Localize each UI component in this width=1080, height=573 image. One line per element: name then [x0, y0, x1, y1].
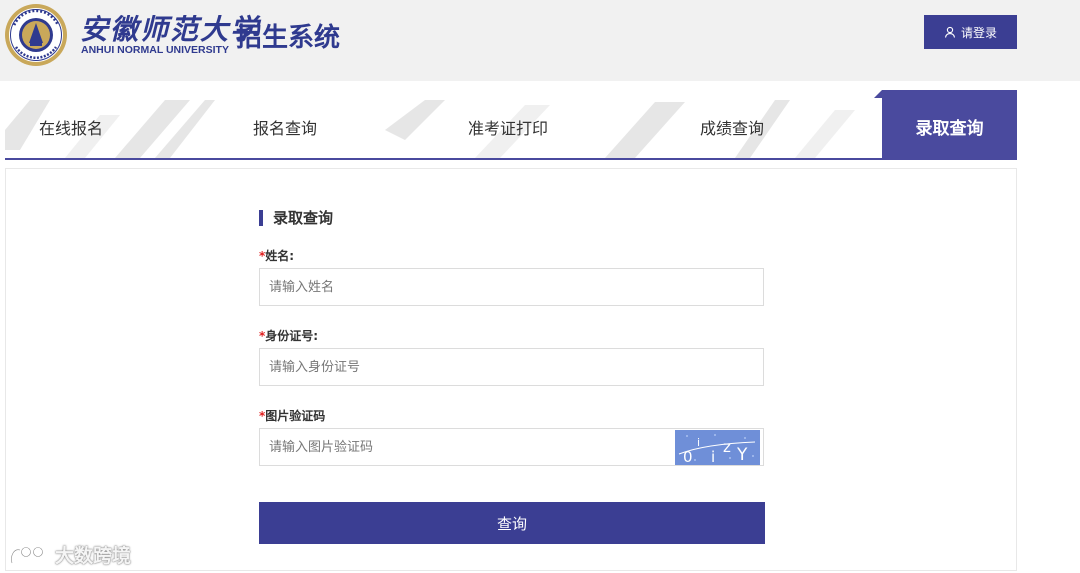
query-panel: 录取查询 *姓名: *身份证号: *图片验证码 0 i i z Y 查询	[5, 168, 1017, 571]
captcha-glyphs: 0 i i z Y	[675, 430, 760, 465]
watermark: 大数跨境	[9, 541, 131, 568]
id-card-label-text: 身份证号:	[265, 329, 319, 343]
query-button[interactable]: 查询	[259, 502, 765, 544]
site-header: 安徽师范大学 ANHUI NORMAL UNIVERSITY 招生系统 请登录	[0, 0, 1080, 81]
system-title: 招生系统	[236, 23, 341, 53]
main-nav: 在线报名 报名查询 准考证打印 成绩查询 录取查询	[5, 90, 1017, 160]
user-icon	[944, 26, 956, 38]
name-label-text: 姓名:	[265, 249, 295, 263]
nav-item-admission-query[interactable]: 录取查询	[882, 90, 1017, 158]
university-logo-chinese: 安徽师范大学	[80, 13, 261, 46]
svg-text:0: 0	[683, 448, 693, 465]
name-input[interactable]	[259, 268, 764, 306]
captcha-image[interactable]: 0 i i z Y	[675, 430, 760, 465]
watermark-text: 大数跨境	[55, 545, 132, 567]
id-card-label: *身份证号:	[259, 327, 318, 344]
nav-item-admission-ticket[interactable]: 准考证打印	[468, 90, 548, 158]
login-button-label: 请登录	[960, 25, 997, 40]
svg-text:i: i	[711, 448, 715, 465]
id-card-input[interactable]	[259, 348, 764, 386]
svg-text:z: z	[723, 438, 731, 456]
svg-text:i: i	[697, 436, 700, 449]
nav-item-online-registration[interactable]: 在线报名	[39, 90, 103, 158]
university-seal-icon	[5, 4, 67, 66]
login-button[interactable]: 请登录	[924, 15, 1017, 49]
svg-text:Y: Y	[736, 445, 748, 465]
brand-logo-icon	[10, 545, 44, 563]
nav-item-score-query[interactable]: 成绩查询	[700, 90, 764, 158]
captcha-label-text: 图片验证码	[265, 409, 326, 423]
captcha-label: *图片验证码	[259, 407, 325, 424]
nav-item-registration-query[interactable]: 报名查询	[253, 90, 317, 158]
section-title: 录取查询	[259, 210, 333, 226]
nav-active-tab-notch	[874, 90, 882, 98]
name-label: *姓名:	[259, 247, 294, 264]
university-logo-english: ANHUI NORMAL UNIVERSITY	[81, 44, 229, 56]
